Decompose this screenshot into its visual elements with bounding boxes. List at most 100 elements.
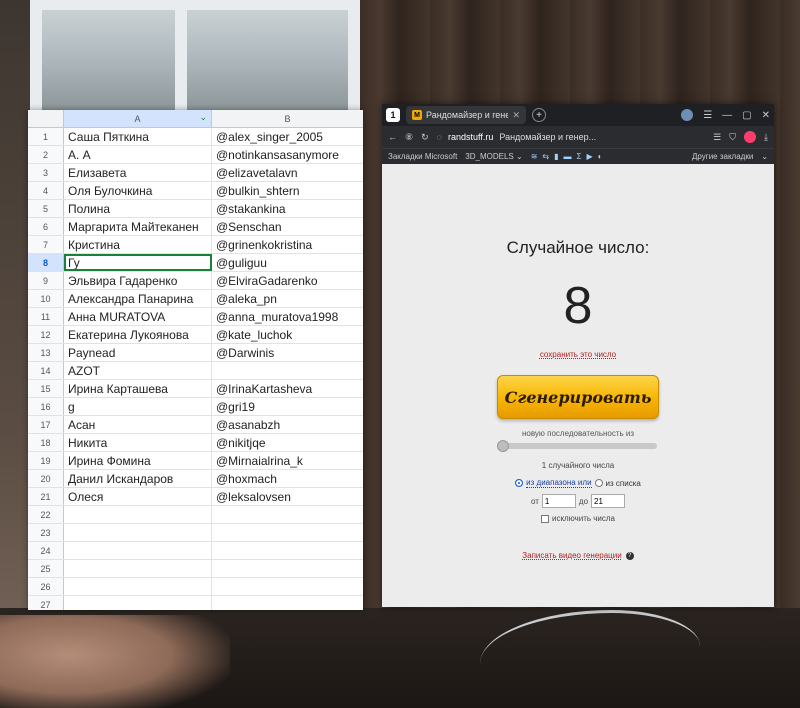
row-number[interactable]: 26: [28, 578, 64, 595]
cell-b[interactable]: @nikitjqe: [212, 434, 363, 451]
bookmark-icon-1[interactable]: ≋: [531, 152, 538, 161]
save-number-link[interactable]: сохранить это число: [382, 350, 774, 359]
cell-a[interactable]: Ирина Карташева: [64, 380, 212, 397]
to-input[interactable]: [591, 494, 626, 508]
column-header-a[interactable]: A ⌄: [64, 110, 212, 127]
cell-a[interactable]: Эльвира Гадаренко: [64, 272, 212, 289]
bookmark-icon-4[interactable]: ▬: [564, 152, 572, 161]
row-number[interactable]: 13: [28, 344, 64, 361]
download-icon[interactable]: ⤓: [764, 132, 768, 143]
generate-button[interactable]: Сгенерировать: [497, 375, 659, 419]
cell-a[interactable]: Екатерина Лукоянова: [64, 326, 212, 343]
cell-a[interactable]: Александра Панарина: [64, 290, 212, 307]
row-number[interactable]: 19: [28, 452, 64, 469]
cell-b[interactable]: @hoxmach: [212, 470, 363, 487]
cell-a[interactable]: [64, 506, 212, 523]
row-number[interactable]: 6: [28, 218, 64, 235]
cell-a[interactable]: [64, 560, 212, 577]
cell-b[interactable]: @kate_luchok: [212, 326, 363, 343]
from-input[interactable]: [541, 494, 576, 508]
row-number[interactable]: 15: [28, 380, 64, 397]
row-number[interactable]: 2: [28, 146, 64, 163]
row-number[interactable]: 5: [28, 200, 64, 217]
cell-a[interactable]: Елизавета: [64, 164, 212, 181]
row-number[interactable]: 14: [28, 362, 64, 379]
chevron-down-icon[interactable]: ⌄: [761, 152, 768, 161]
maximize-icon[interactable]: ▢: [742, 110, 751, 121]
column-header-b[interactable]: B: [212, 110, 363, 127]
back-icon[interactable]: ←: [388, 132, 397, 142]
cell-b[interactable]: [212, 506, 363, 523]
row-number[interactable]: 20: [28, 470, 64, 487]
spreadsheet[interactable]: A ⌄ B 1 Саша Пяткина @alex_singer_2005 2 А. …: [28, 110, 363, 610]
profile-avatar[interactable]: [681, 109, 694, 121]
cell-b[interactable]: @bulkin_shtern: [212, 182, 363, 199]
row-number[interactable]: 12: [28, 326, 64, 343]
cell-a[interactable]: [64, 542, 212, 559]
cell-a[interactable]: [64, 578, 212, 595]
record-video-link[interactable]: Записать видео генерации: [522, 551, 621, 560]
row-number[interactable]: 17: [28, 416, 64, 433]
other-bookmarks[interactable]: Другие закладки: [692, 152, 753, 161]
cell-b[interactable]: [212, 524, 363, 541]
row-number[interactable]: 24: [28, 542, 64, 559]
bookmark-microsoft[interactable]: Закладки Microsoft: [388, 152, 457, 161]
bookmark-icon-5[interactable]: Σ: [577, 152, 582, 161]
row-number[interactable]: 4: [28, 182, 64, 199]
cell-a[interactable]: Paynead: [64, 344, 212, 361]
cell-b[interactable]: @guliguu: [212, 254, 363, 271]
tab-randomizer[interactable]: M Рандомайзер и генера ✕: [406, 106, 526, 124]
cell-b[interactable]: @asanabzh: [212, 416, 363, 433]
cell-a[interactable]: AZOT: [64, 362, 212, 379]
row-number[interactable]: 8: [28, 254, 64, 271]
workspace-icon[interactable]: 1: [386, 108, 400, 122]
cell-b[interactable]: @notinkansasanymore: [212, 146, 363, 163]
cell-a[interactable]: Гу: [64, 254, 212, 271]
radio-range[interactable]: [515, 479, 524, 487]
cell-b[interactable]: @IrinaKartasheva: [212, 380, 363, 397]
cell-a[interactable]: g: [64, 398, 212, 415]
row-number[interactable]: 16: [28, 398, 64, 415]
browser-logo-icon[interactable]: ⑧: [405, 132, 413, 143]
close-window-icon[interactable]: ✕: [762, 110, 770, 121]
cell-a[interactable]: Данил Искандаров: [64, 470, 212, 487]
cell-b[interactable]: @leksalovsen: [212, 488, 363, 505]
cell-b[interactable]: [212, 596, 363, 610]
row-number[interactable]: 25: [28, 560, 64, 577]
cell-a[interactable]: Ирина Фомина: [64, 452, 212, 469]
cell-a[interactable]: Полина: [64, 200, 212, 217]
radio-list[interactable]: [594, 479, 603, 487]
slider-knob[interactable]: [497, 440, 509, 452]
cell-b[interactable]: @elizavetalavn: [212, 164, 363, 181]
cell-a[interactable]: Олеся: [64, 488, 212, 505]
row-number[interactable]: 11: [28, 308, 64, 325]
exclude-checkbox[interactable]: [541, 514, 549, 523]
menu-icon[interactable]: ☰: [703, 110, 712, 121]
help-icon[interactable]: ?: [625, 551, 634, 560]
cell-a[interactable]: Никита: [64, 434, 212, 451]
row-number[interactable]: 23: [28, 524, 64, 541]
cell-a[interactable]: Кристина: [64, 236, 212, 253]
row-number[interactable]: 18: [28, 434, 64, 451]
row-number[interactable]: 1: [28, 128, 64, 145]
cell-b[interactable]: @alex_singer_2005: [212, 128, 363, 145]
cell-b[interactable]: @Mirnaialrina_k: [212, 452, 363, 469]
cell-a[interactable]: [64, 596, 212, 610]
cell-b[interactable]: [212, 542, 363, 559]
cell-b[interactable]: [212, 362, 363, 379]
cell-b[interactable]: @stakankina: [212, 200, 363, 217]
address-bar[interactable]: ◌ randstuff.ru Рандомайзер и генер...: [437, 132, 706, 142]
row-number[interactable]: 27: [28, 596, 64, 610]
cell-a[interactable]: Саша Пяткина: [64, 128, 212, 145]
bookmark-icon-6[interactable]: ▶: [586, 152, 592, 161]
cell-a[interactable]: Оля Булочкина: [64, 182, 212, 199]
bookmark-icon[interactable]: ⛉: [729, 132, 736, 143]
chevron-down-icon[interactable]: ⌄: [199, 112, 207, 123]
bookmark-icon-3[interactable]: ▮: [554, 152, 558, 161]
row-number[interactable]: 3: [28, 164, 64, 181]
cell-a[interactable]: Асан: [64, 416, 212, 433]
cell-b[interactable]: [212, 560, 363, 577]
cell-b[interactable]: @Senschan: [212, 218, 363, 235]
extension-badge-icon[interactable]: [744, 131, 757, 143]
bookmark-folder-3d-models[interactable]: 3D_MODELS ⌄: [465, 152, 522, 161]
